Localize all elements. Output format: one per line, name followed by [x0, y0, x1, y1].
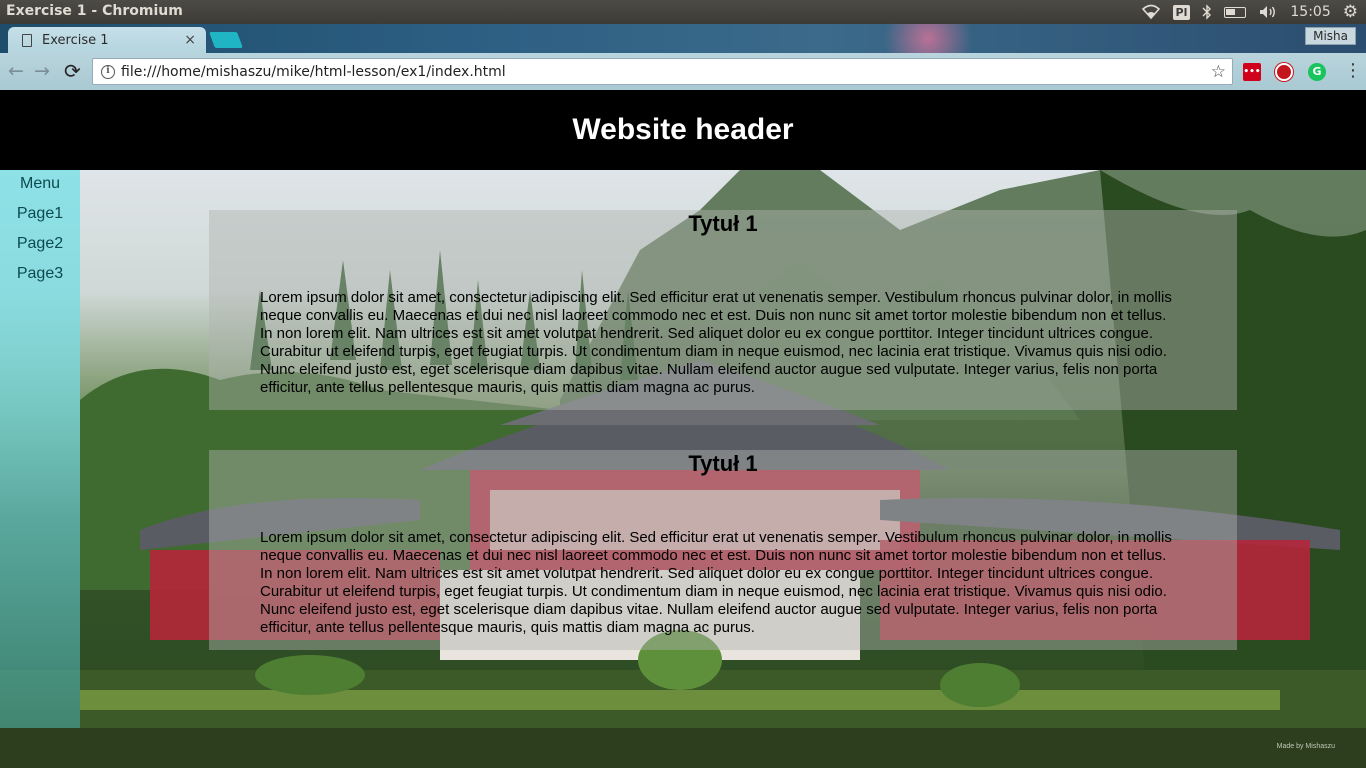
bluetooth-icon[interactable] [1202, 4, 1212, 20]
browser-toolbar: ← → ⟳ i file:///home/mishaszu/mike/html-… [0, 53, 1366, 90]
wifi-icon[interactable] [1141, 4, 1161, 20]
window-title: Exercise 1 - Chromium [6, 3, 183, 19]
tab-close-icon[interactable]: × [184, 32, 196, 48]
url-text[interactable]: file:///home/mishaszu/mike/html-lesson/e… [121, 64, 1211, 80]
web-page: Website header Menu Page1 Page2 Page3 Ty… [0, 90, 1366, 768]
keyboard-layout-indicator[interactable]: Pl [1172, 4, 1191, 20]
opera-extension-icon[interactable] [1275, 63, 1293, 81]
side-menu: Menu Page1 Page2 Page3 [0, 170, 80, 728]
new-tab-button[interactable] [209, 32, 243, 48]
back-arrow-icon[interactable]: ← [8, 61, 24, 81]
footer-credit: Made by Mishaszu [1276, 743, 1335, 750]
card-title: Tytuł 1 [688, 451, 758, 476]
os-top-panel: Exercise 1 - Chromium Pl 15:05 ⚙ [0, 0, 1366, 24]
site-footer: Made by Mishaszu [0, 728, 1366, 768]
menu-link-page3[interactable]: Page3 [0, 260, 80, 290]
browser-tab-strip: Exercise 1 × Misha [0, 24, 1366, 53]
address-bar[interactable]: i file:///home/mishaszu/mike/html-lesson… [92, 58, 1233, 85]
browser-menu-icon[interactable]: ⋮ [1344, 62, 1362, 80]
settings-gear-icon[interactable]: ⚙ [1343, 2, 1358, 22]
content-card: Tytuł 1 Lorem ipsum dolor sit amet, cons… [209, 210, 1237, 410]
menu-link-page2[interactable]: Page2 [0, 230, 80, 260]
clock[interactable]: 15:05 [1290, 4, 1330, 20]
card-body: Lorem ipsum dolor sit amet, consectetur … [260, 529, 1172, 636]
reload-icon[interactable]: ⟳ [64, 61, 81, 81]
grammarly-extension-icon[interactable]: G [1308, 63, 1326, 81]
site-header: Website header [0, 90, 1366, 170]
profile-button[interactable]: Misha [1305, 27, 1356, 45]
info-icon[interactable]: i [101, 64, 115, 79]
system-tray: Pl 15:05 ⚙ [1141, 0, 1366, 24]
menu-link-page1[interactable]: Page1 [0, 200, 80, 230]
bookmark-star-icon[interactable]: ☆ [1211, 62, 1226, 82]
card-body: Lorem ipsum dolor sit amet, consectetur … [260, 289, 1172, 396]
menu-heading: Menu [19, 175, 61, 192]
content-card: Tytuł 1 Lorem ipsum dolor sit amet, cons… [209, 450, 1237, 650]
tabstrip-theme-decoration [880, 24, 1000, 53]
battery-icon[interactable] [1224, 6, 1247, 18]
tab-exercise-1[interactable]: Exercise 1 × [8, 27, 206, 53]
card-title: Tytuł 1 [688, 211, 758, 236]
forward-arrow-icon[interactable]: → [34, 61, 50, 81]
tab-title: Exercise 1 [42, 32, 109, 48]
lastpass-extension-icon[interactable]: ••• [1243, 63, 1261, 81]
document-icon [22, 33, 32, 47]
volume-icon[interactable] [1258, 4, 1278, 20]
